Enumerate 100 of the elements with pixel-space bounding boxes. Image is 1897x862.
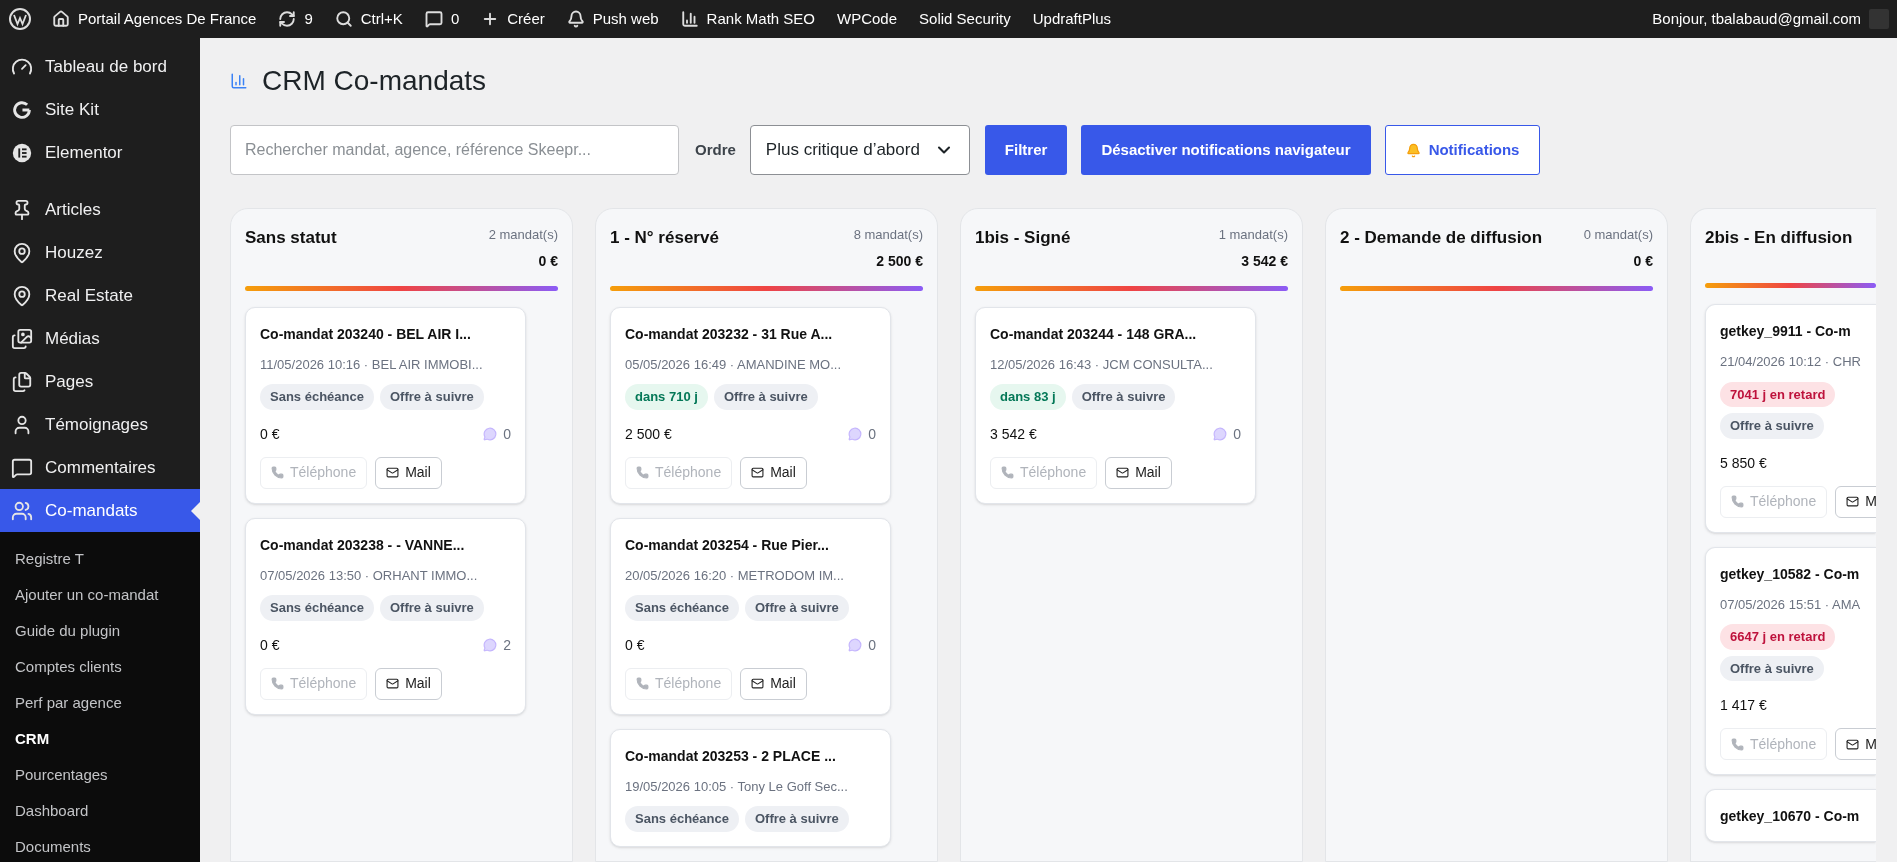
sidebar-item[interactable]: Témoignages <box>0 403 200 446</box>
phone-icon <box>1731 495 1744 508</box>
submenu-item[interactable]: Comptes clients <box>0 649 200 685</box>
column-total: 3 542 € <box>1241 251 1288 271</box>
mail-icon <box>386 677 400 690</box>
mail-button[interactable]: Mail <box>1105 456 1172 489</box>
sidebar-item[interactable]: Elementor <box>0 131 200 174</box>
mail-button[interactable]: Mail <box>375 456 442 489</box>
comment-bubble-icon <box>848 427 863 441</box>
mandate-card[interactable]: getkey_10670 - Co-m <box>1705 789 1876 842</box>
card-title: getkey_10582 - Co-m <box>1720 564 1861 584</box>
status-tag: Sans échéance <box>260 595 374 621</box>
sidebar-item[interactable]: Co-mandats <box>0 489 200 532</box>
search-field[interactable]: Rechercher mandat, agence, référence Skeepr... <box>230 125 679 175</box>
status-tag: Offre à suivre <box>713 384 818 410</box>
comment-bubble-icon <box>483 638 498 652</box>
card-amount: 0 € <box>260 635 280 655</box>
order-label: Ordre <box>695 139 736 160</box>
people-icon <box>11 499 33 522</box>
sidebar-item[interactable]: Pages <box>0 360 200 403</box>
mail-icon <box>1846 737 1860 751</box>
disable-notifications-button[interactable]: Désactiver notifications navigateur <box>1081 125 1371 175</box>
submenu-item[interactable]: Registre T <box>0 541 200 577</box>
submenu-item[interactable]: Pourcentages <box>0 757 200 793</box>
admin-bar-link[interactable]: Portail Agences De France <box>52 7 257 31</box>
admin-bar-link[interactable]: WPCode <box>837 7 898 31</box>
admin-bar-link[interactable]: Push web <box>566 7 659 31</box>
submenu-item[interactable]: Dashboard <box>0 793 200 829</box>
status-tag: 6647 j en retard <box>1720 624 1836 650</box>
g-logo-icon <box>11 98 33 121</box>
filter-button[interactable]: Filtrer <box>984 125 1068 175</box>
column-total: 0 € <box>1633 251 1653 271</box>
images-icon <box>11 327 33 350</box>
active-pointer-icon <box>191 502 200 520</box>
admin-bar-link[interactable]: 0 <box>424 7 460 31</box>
submenu-item[interactable]: CRM <box>0 721 200 757</box>
mail-icon <box>386 466 400 479</box>
column-count: 2 mandat(s) <box>488 226 558 244</box>
mail-icon <box>751 466 765 479</box>
notifications-button[interactable]: Notifications <box>1384 125 1541 175</box>
card-meta: 11/05/2026 10:16 · BEL AIR IMMOBI... <box>260 355 484 374</box>
phone-icon <box>271 677 284 690</box>
card-meta: 07/05/2026 15:51 · AMA <box>1720 595 1862 614</box>
comment-bubble-icon <box>1213 427 1228 441</box>
admin-bar-link[interactable]: Solid Security <box>919 7 1011 31</box>
submenu-item[interactable]: Guide du plugin <box>0 613 200 649</box>
column-title: 2bis - En diffusion <box>1705 227 1853 249</box>
admin-bar-link[interactable]: UpdraftPlus <box>1032 7 1112 31</box>
mail-button[interactable]: M <box>1835 728 1876 760</box>
mail-button[interactable]: Mail <box>740 456 807 489</box>
column-total: 0 € <box>538 251 558 271</box>
status-tag: Offre à suivre <box>744 595 849 621</box>
status-tag: Offre à suivre <box>379 595 484 621</box>
sidebar-item[interactable]: Médias <box>0 317 200 360</box>
admin-bar-link[interactable]: Ctrl+K <box>334 7 403 31</box>
status-tag: Offre à suivre <box>744 806 849 832</box>
admin-bar-link[interactable]: Créer <box>481 7 545 31</box>
sidebar-item[interactable]: Articles <box>0 188 200 231</box>
admin-bar-link[interactable]: 9 <box>278 7 313 31</box>
status-tag: Offre à suivre <box>379 384 484 410</box>
comment-count: 2 <box>503 635 511 655</box>
submenu-item[interactable]: Perf par agence <box>0 685 200 721</box>
order-select[interactable]: Plus critique d’abord <box>749 125 970 175</box>
card-meta: 05/05/2026 16:49 · AMANDINE MO... <box>625 355 843 374</box>
column-title: 1 - N° réservé <box>610 227 719 249</box>
card-amount: 2 500 € <box>625 424 672 444</box>
column-total: 2 500 € <box>876 251 923 271</box>
sidebar-item[interactable]: Tableau de bord <box>0 45 200 88</box>
submenu-item[interactable]: Ajouter un co-mandat <box>0 577 200 613</box>
admin-bar-link[interactable]: Rank Math SEO <box>680 7 815 31</box>
bell-icon <box>1405 142 1421 158</box>
submenu-item[interactable]: Documents <box>0 829 200 862</box>
mail-icon <box>1846 495 1860 508</box>
card-title: Co-mandat 203240 - BEL AIR I... <box>260 324 472 344</box>
status-tag: Offre à suivre <box>1071 384 1176 410</box>
mandate-card[interactable]: Co-mandat 203253 - 2 PLACE ... 19/05/2026 10:05 · Tony Le Goff Sec... Sans échéance Offre à suivre <box>610 728 891 847</box>
card-amount: 1 417 € <box>1720 696 1767 715</box>
status-tag: dans 83 j <box>990 384 1066 410</box>
card-meta: 19/05/2026 10:05 · Tony Le Goff Sec... <box>625 777 849 796</box>
comment-count: 0 <box>868 635 876 655</box>
home-icon <box>52 10 70 28</box>
status-tag: Offre à suivre <box>1720 413 1824 439</box>
card-title: Co-mandat 203254 - Rue Pier... <box>625 535 830 555</box>
mail-button[interactable]: Mail <box>375 667 442 700</box>
card-amount: 0 € <box>625 635 645 655</box>
greeting-text[interactable]: Bonjour, tbalabaud@gmail.com <box>1652 7 1861 31</box>
pages-icon <box>11 370 33 393</box>
sidebar-item[interactable]: Site Kit <box>0 88 200 131</box>
map-pin-icon <box>11 284 33 307</box>
sidebar-item[interactable]: Houzez <box>0 231 200 274</box>
phone-icon <box>1731 737 1744 751</box>
mail-button[interactable]: Mail <box>740 667 807 700</box>
mail-button[interactable]: M <box>1835 485 1876 518</box>
card-amount: 5 850 € <box>1720 453 1767 473</box>
sidebar-item[interactable]: Commentaires <box>0 446 200 489</box>
card-title: Co-mandat 203232 - 31 Rue A... <box>625 324 834 344</box>
map-pin-icon <box>11 241 33 264</box>
sidebar-item[interactable]: Real Estate <box>0 274 200 317</box>
card-amount: 0 € <box>260 424 280 444</box>
column-title: 2 - Demande de diffusion <box>1340 227 1543 249</box>
